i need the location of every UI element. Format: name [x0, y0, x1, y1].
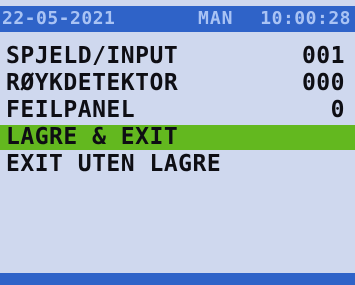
menu-item-label: RØYKDETEKTOR [6, 70, 179, 96]
status-date: 22-05-2021 [2, 8, 116, 29]
settings-menu: SPJELD/INPUT 001 RØYKDETEKTOR 000 FEILPA… [0, 44, 355, 179]
menu-item-label: LAGRE & EXIT [6, 124, 179, 150]
menu-item-label: EXIT UTEN LAGRE [6, 151, 222, 177]
menu-item-spjeld-input[interactable]: SPJELD/INPUT 001 [0, 44, 355, 69]
menu-item-value: 0 [330, 97, 345, 123]
status-bar: 22-05-2021 MAN 10:00:28 [0, 6, 355, 32]
menu-item-feilpanel[interactable]: FEILPANEL 0 [0, 98, 355, 123]
menu-item-exit-uten-lagre[interactable]: EXIT UTEN LAGRE [0, 152, 355, 177]
menu-item-lagre-exit[interactable]: LAGRE & EXIT [0, 125, 355, 150]
menu-item-value: 001 [301, 43, 345, 69]
bottom-bar [0, 273, 355, 285]
status-day: MAN [198, 8, 234, 29]
menu-item-roykdetektor[interactable]: RØYKDETEKTOR 000 [0, 71, 355, 96]
menu-item-label: FEILPANEL [6, 97, 136, 123]
lcd-screen: 22-05-2021 MAN 10:00:28 SPJELD/INPUT 001… [0, 0, 355, 285]
menu-item-value: 000 [301, 70, 345, 96]
menu-item-label: SPJELD/INPUT [6, 43, 179, 69]
status-time: 10:00:28 [260, 8, 351, 29]
